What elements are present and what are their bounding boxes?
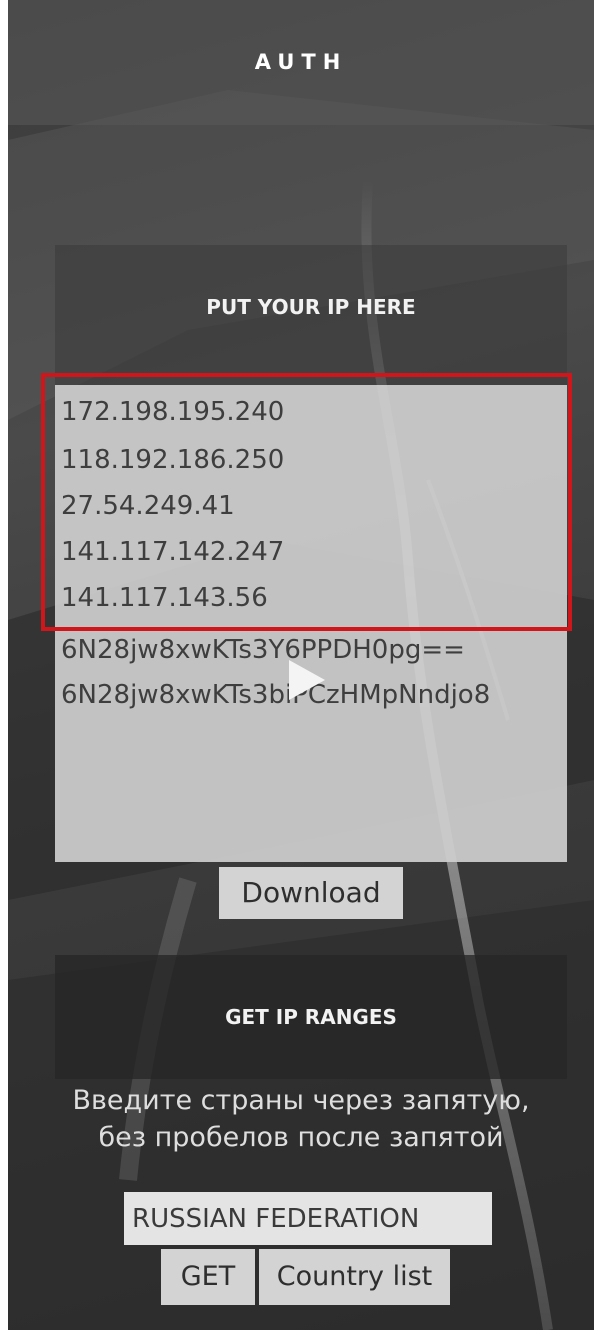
country-input[interactable] <box>124 1192 492 1245</box>
highlight-box <box>41 373 572 631</box>
auth-panel: AUTH PUT YOUR IP HERE 172.198.195.240 11… <box>8 0 594 1330</box>
ip-ranges-card: GET IP RANGES <box>55 955 567 1079</box>
get-button[interactable]: GET <box>161 1249 255 1305</box>
ip-line: 6N28jw8xwKTs3biPCzHMpNndjo8 <box>61 680 491 710</box>
countries-hint-line1: Введите страны через запятую, <box>72 1085 530 1116</box>
ip-section-card: PUT YOUR IP HERE <box>55 245 567 385</box>
ip-section-title: PUT YOUR IP HERE <box>206 295 416 319</box>
play-icon[interactable] <box>289 660 325 700</box>
ip-line: 6N28jw8xwKTs3Y6PPDH0pg== <box>61 635 465 665</box>
ip-ranges-title: GET IP RANGES <box>225 1005 397 1029</box>
auth-title: AUTH <box>254 50 348 74</box>
download-button[interactable]: Download <box>219 867 403 919</box>
countries-hint-line2: без пробелов после запятой <box>98 1122 504 1153</box>
country-list-button[interactable]: Country list <box>259 1249 450 1305</box>
